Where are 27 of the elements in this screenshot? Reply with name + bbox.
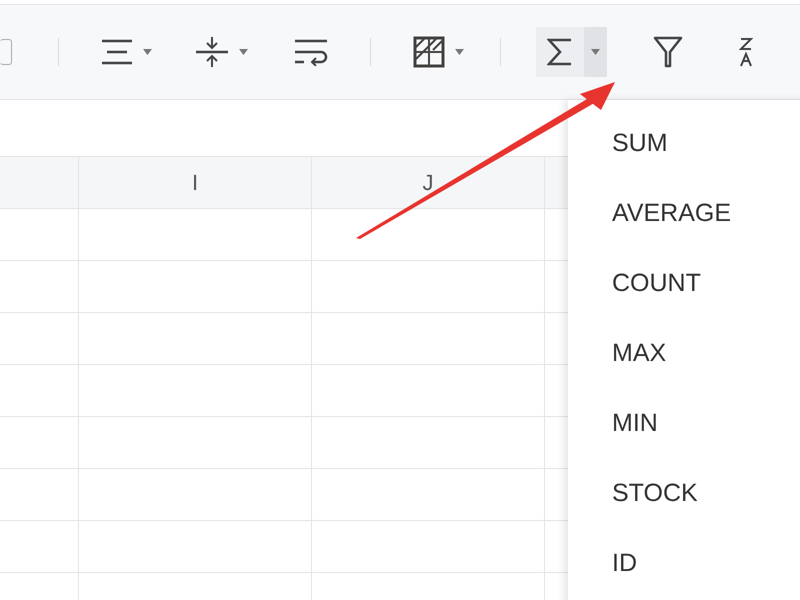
- menu-item[interactable]: SUM: [568, 108, 800, 178]
- sort-button[interactable]: [739, 36, 753, 68]
- caret-icon: [239, 49, 248, 55]
- wrap-text-icon: [294, 38, 328, 66]
- borders-icon: [413, 36, 445, 68]
- align-icon: [101, 38, 133, 66]
- filter-button[interactable]: [653, 36, 683, 68]
- vertical-align-icon: [195, 36, 229, 68]
- menu-item[interactable]: ID: [568, 528, 800, 598]
- caret-icon: [455, 49, 464, 55]
- menu-item[interactable]: MIN: [568, 388, 800, 458]
- sigma-icon: [547, 38, 573, 66]
- menu-item[interactable]: AVERAGE: [568, 178, 800, 248]
- wrap-text-button[interactable]: [294, 38, 328, 66]
- menu-item[interactable]: COUNT: [568, 248, 800, 318]
- borders-dropdown[interactable]: [413, 36, 464, 68]
- caret-icon: [591, 49, 600, 55]
- column-header[interactable]: J: [422, 170, 434, 196]
- sort-icon: [739, 36, 753, 68]
- column-header[interactable]: I: [192, 170, 198, 196]
- align-dropdown[interactable]: [101, 38, 152, 66]
- menu-item[interactable]: MAX: [568, 318, 800, 388]
- filter-icon: [653, 36, 683, 68]
- sum-button[interactable]: [536, 27, 607, 77]
- menu-item[interactable]: STOCK: [568, 458, 800, 528]
- caret-icon: [143, 49, 152, 55]
- vertical-align-dropdown[interactable]: [195, 36, 248, 68]
